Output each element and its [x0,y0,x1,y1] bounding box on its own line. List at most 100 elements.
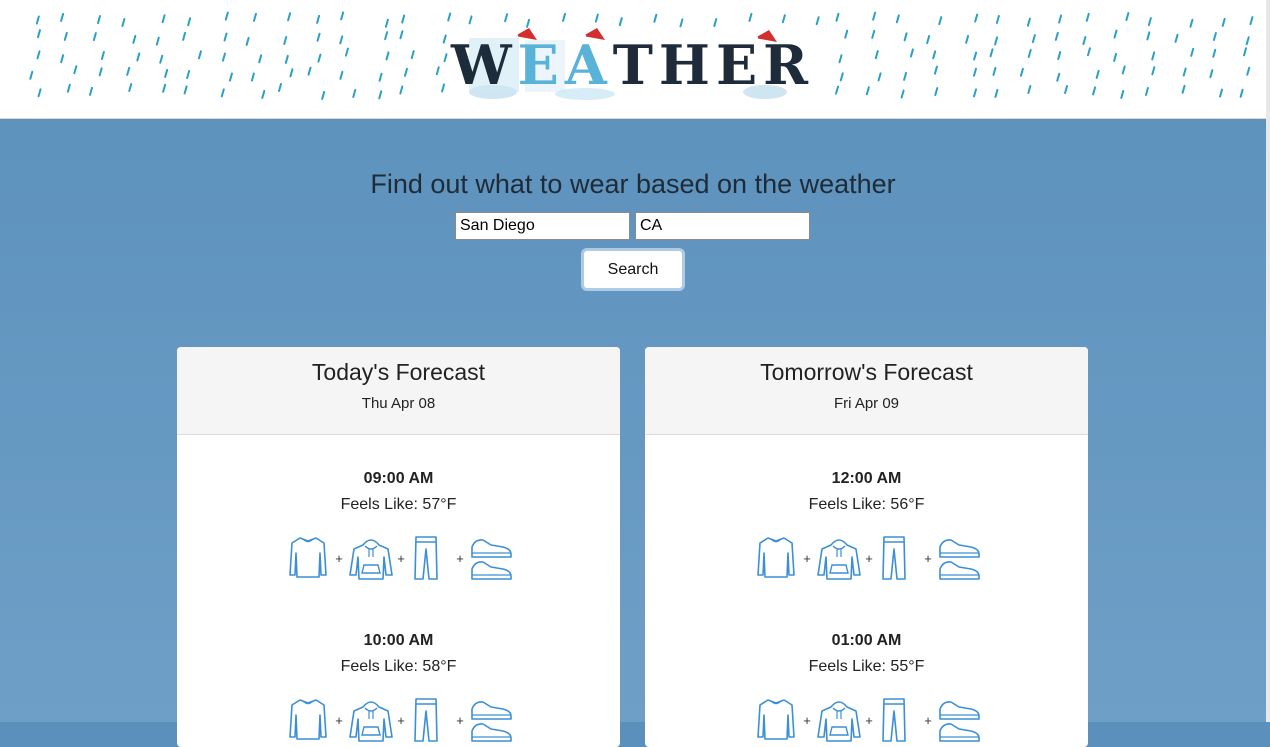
raindrop [223,32,228,42]
plus-separator: + [924,551,932,566]
window-scrollbar[interactable] [1266,0,1270,722]
outfit-row: + + + [645,535,1088,585]
raindrop [121,18,126,28]
raindrop [401,14,406,24]
raindrop [258,54,263,64]
raindrop [250,72,255,82]
plus-separator: + [924,713,932,728]
raindrop [1189,18,1194,28]
raindrop [352,89,357,99]
slot-time: 01:00 AM [831,632,902,649]
raindrop [399,85,404,95]
raindrop [98,67,103,77]
raindrop [92,32,97,42]
raindrop [839,72,844,82]
raindrop [1095,69,1100,79]
raindrop [183,85,188,95]
city-input[interactable] [455,212,630,240]
raindrop [132,34,137,44]
raindrop [1190,47,1195,57]
raindrop [36,29,41,39]
slot-time: 10:00 AM [363,632,434,649]
raindrop [60,12,65,22]
raindrop [29,70,34,80]
raindrop [1057,51,1062,61]
raindrop [1144,86,1149,96]
raindrop [1246,66,1251,76]
raindrop [435,66,440,76]
raindrop [224,11,229,21]
logo-text: WEATHER [451,33,815,97]
raindrop [63,31,68,41]
plus-separator: + [397,551,405,566]
state-input[interactable] [635,212,810,240]
raindrop [221,52,226,62]
raindrop [1113,52,1118,62]
raindrop [835,12,840,22]
raindrop [965,34,970,44]
raindrop [1113,29,1118,39]
card-title: Tomorrow's Forecast [760,359,973,385]
raindrop [781,14,786,24]
raindrop [161,14,166,24]
raindrop [35,15,40,25]
raindrop [844,29,849,39]
forecast-slot: 01:00 AM Feels Like: 55°F [645,632,1088,676]
raindrop [932,50,937,60]
raindrop [252,12,257,22]
raindrop [1209,69,1214,79]
raindrop [1212,32,1217,42]
raindrop [974,13,979,23]
raindrop [989,48,994,58]
raindrop [1027,49,1032,59]
slot-time: 12:00 AM [831,470,902,487]
raindrop [973,51,978,61]
outfit-row: + + + [177,535,620,585]
raindrop [865,86,870,96]
raindrop [307,66,312,76]
slot-feels-like: Feels Like: 57°F [340,496,457,513]
raindrop [261,89,266,99]
raindrop [1031,34,1036,44]
raindrop [1086,47,1091,57]
raindrop [748,12,753,22]
raindrop [283,35,288,45]
raindrop [992,66,997,76]
plus-separator: + [456,551,464,566]
plus-separator: + [865,551,873,566]
raindrop [197,50,202,60]
raindrop [871,29,876,39]
raindrop [36,50,41,60]
raindrop [126,66,131,76]
raindrop [339,70,344,80]
forecast-slot: 12:00 AM Feels Like: 56°F [645,470,1088,514]
raindrop [995,14,1000,24]
raindrop [872,11,877,21]
raindrop [1026,17,1031,27]
plus-separator: + [803,713,811,728]
raindrop [594,13,599,23]
plus-separator: + [335,713,343,728]
raindrop [220,88,225,98]
raindrop [443,53,448,63]
forecast-card-tomorrow: Tomorrow's Forecast Fri Apr 09 12:00 AM … [645,347,1088,747]
forecast-slot: 10:00 AM Feels Like: 58°F [177,632,620,676]
card-header: Today's Forecast Thu Apr 08 [177,347,620,435]
raindrop [162,83,167,93]
raindrop [96,15,101,25]
raindrop [344,47,349,57]
raindrop [933,65,938,75]
weather-logo[interactable]: WEATHER [451,26,815,104]
raindrop [384,31,389,41]
plus-separator: + [335,551,343,566]
raindrop [289,68,294,78]
raindrop [1182,67,1187,77]
raindrop [1019,67,1024,77]
raindrop [562,12,567,22]
raindrop [284,54,289,64]
card-header: Tomorrow's Forecast Fri Apr 09 [645,347,1088,435]
raindrop [994,36,999,46]
search-button[interactable]: Search [581,248,685,291]
raindrop [136,52,141,62]
raindrop [339,35,344,45]
